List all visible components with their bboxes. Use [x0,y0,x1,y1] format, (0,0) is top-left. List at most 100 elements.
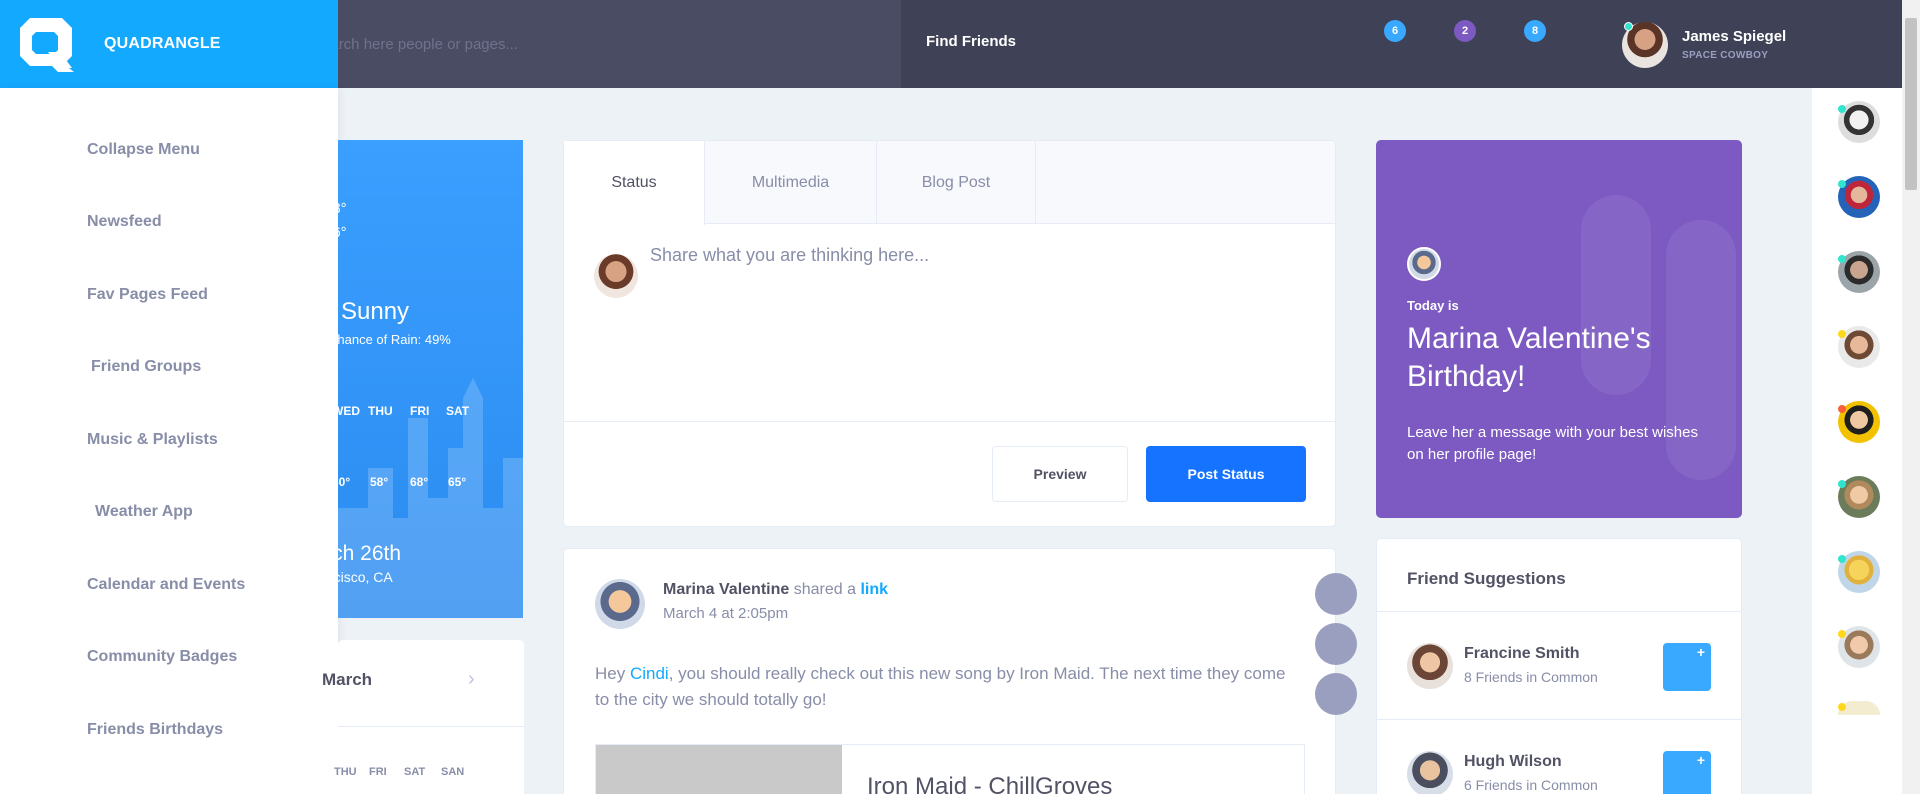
calendar-weekday-thu: THU [334,766,357,778]
media-title: Iron Maid - ChillGroves [867,773,1113,794]
post-action: shared a [793,581,856,598]
suggestion-name[interactable]: Hugh Wilson [1464,753,1562,771]
user-name: James Spiegel [1682,28,1787,45]
friend-requests-button[interactable]: 6 [1372,0,1412,60]
quadrangle-logo-icon [20,18,74,72]
composer-divider [564,421,1335,422]
calendar-widget: March › THU FRI SAT SAN [322,640,524,794]
tab-multimedia[interactable]: Multimedia [705,141,877,224]
calendar-weekday-sat: SAT [404,766,426,778]
chat-sidebar [1812,88,1902,794]
friend-suggestions-title: Friend Suggestions [1407,569,1566,588]
post-author[interactable]: Marina Valentine [663,581,789,598]
feed-post: Marina Valentine shared a link March 4 a… [563,548,1336,794]
messages-button[interactable]: 2 [1442,0,1482,60]
like-action-button[interactable] [1315,573,1357,615]
birthday-message: Leave her a message with your best wishe… [1407,424,1698,463]
sidebar-item-community-badges[interactable]: Community Badges [87,648,237,666]
away-status-dot [1838,330,1846,338]
away-status-dot [1838,630,1846,638]
post-body: Hey Cindi, you should really check out t… [595,661,1295,713]
forecast-day-thu: THU [368,404,393,418]
post-status-button[interactable]: Post Status [1146,446,1306,502]
sidebar-item-music-playlists[interactable]: Music & Playlists [87,431,218,449]
sidebar-item-calendar-events[interactable]: Calendar and Events [87,576,245,594]
tab-status[interactable]: Status [564,141,705,225]
weather-widget: 58° 76° Sunny Chance of Rain: 49% WED TH… [338,140,523,618]
calendar-divider [338,726,524,727]
plus-icon: + [1696,752,1705,768]
brand-name: QUADRANGLE [104,35,221,52]
forecast-day-wed: WED [338,404,360,418]
avatar[interactable] [1407,247,1441,281]
add-friend-button[interactable]: + [1663,751,1711,794]
comment-action-button[interactable] [1315,623,1357,665]
avatar[interactable] [1407,643,1453,689]
scrollbar-thumb[interactable] [1905,18,1917,190]
tab-blog-post[interactable]: Blog Post [877,141,1036,224]
suggestion-common-friends: 8 Friends in Common [1464,669,1598,685]
forecast-day-sat: SAT [446,404,470,418]
search-bar [308,0,901,88]
weather-rain-chance: Chance of Rain: 49% [338,332,451,347]
birthday-card: Today is Marina Valentine's Birthday! Le… [1376,140,1742,518]
suggestion-common-friends: 6 Friends in Common [1464,777,1598,793]
user-profile-menu[interactable]: James Spiegel SPACE COWBOY [1622,20,1842,70]
friend-requests-count: 6 [1384,20,1406,42]
sidebar-item-collapse-menu[interactable]: Collapse Menu [87,141,200,159]
suggestion-name[interactable]: Francine Smith [1464,645,1580,663]
logo-block[interactable]: QUADRANGLE [0,0,338,88]
notifications-button[interactable]: 8 [1512,0,1552,60]
shared-media-card[interactable]: Iron Maid - ChillGroves [595,744,1305,794]
status-textarea[interactable] [650,245,1320,425]
away-status-dot [1838,703,1846,711]
calendar-next-arrow-icon[interactable]: › [468,668,475,691]
plus-icon: + [1696,644,1705,660]
preview-button[interactable]: Preview [992,446,1128,502]
forecast-day-fri: FRI [410,404,430,418]
weather-low-temp: 58° [338,200,347,217]
birthday-today-label: Today is [1407,298,1459,313]
sidebar-item-newsfeed[interactable]: Newsfeed [87,213,162,231]
post-date: March 4 at 2:05pm [663,605,789,622]
search-input[interactable] [308,0,901,88]
calendar-weekday-fri: FRI [369,766,387,778]
forecast-temp-fri: 68° [410,475,429,489]
notifications-count: 8 [1524,20,1546,42]
sidebar-item-friends-birthdays[interactable]: Friends Birthdays [87,721,223,739]
post-body-start: Hey [595,664,630,683]
post-header: Marina Valentine shared a link [663,581,888,599]
birthday-title: Marina Valentine's Birthday! [1407,322,1651,393]
page-scrollbar[interactable] [1902,0,1920,794]
post-mention[interactable]: Cindi [630,664,669,683]
user-role: SPACE COWBOY [1682,50,1769,61]
forecast-temp-sat: 65° [448,475,467,489]
sidebar-item-friend-groups[interactable]: Friend Groups [91,358,201,376]
sidebar-item-fav-pages-feed[interactable]: Fav Pages Feed [87,286,208,304]
post-composer: Status Multimedia Blog Post Preview Post… [563,140,1336,527]
weather-high-temp: 76° [338,224,347,241]
divider [1377,611,1741,612]
calendar-month: March [322,670,373,689]
online-status-dot [1838,555,1846,563]
add-friend-button[interactable]: + [1663,643,1711,691]
post-body-end: , you should really check out this new s… [595,664,1286,709]
online-status-dot [1838,105,1846,113]
sidebar-item-weather-app[interactable]: Weather App [95,503,193,521]
avatar[interactable] [1407,751,1453,794]
avatar [594,254,638,298]
post-link[interactable]: link [860,581,888,598]
weather-date: March 26th [338,542,402,565]
offline-status-dot [1838,405,1846,413]
avatar[interactable] [595,579,645,629]
divider [1377,719,1741,720]
forecast-temp-wed: 60° [338,475,351,489]
online-status-dot [1838,480,1846,488]
media-thumbnail [596,745,842,794]
online-status-dot [1624,22,1633,31]
share-action-button[interactable] [1315,673,1357,715]
weather-location: San Francisco, CA [338,569,393,585]
find-friends-link[interactable]: Find Friends [926,33,1016,50]
weather-condition: Sunny [341,298,410,325]
forecast-temp-thu: 58° [370,475,389,489]
